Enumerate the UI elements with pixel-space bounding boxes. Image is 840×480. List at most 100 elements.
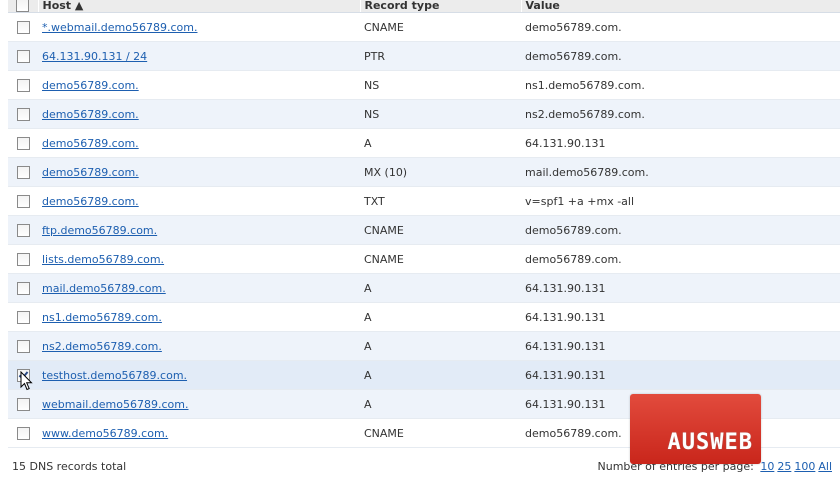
host-link[interactable]: ftp.demo56789.com. <box>42 224 157 237</box>
record-type-cell: MX (10) <box>360 157 521 187</box>
row-select-checkbox[interactable] <box>16 252 30 266</box>
row-select-cell <box>8 215 38 245</box>
value-cell: v=spf1 +a +mx -all <box>521 186 840 216</box>
record-type-cell: NS <box>360 99 521 129</box>
record-type-cell: A <box>360 128 521 158</box>
value-cell: 64.131.90.131 <box>521 302 840 332</box>
host-cell: demo56789.com. <box>38 157 360 187</box>
host-cell: mail.demo56789.com. <box>38 273 360 303</box>
record-type-cell: PTR <box>360 41 521 71</box>
column-header-value[interactable]: Value <box>520 0 840 13</box>
host-cell: *.webmail.demo56789.com. <box>38 12 360 42</box>
record-type-cell: A <box>360 331 521 361</box>
records-total: 15 DNS records total <box>12 460 127 473</box>
row-select-cell <box>8 186 38 216</box>
column-header-host[interactable]: Host ▲ <box>37 0 360 13</box>
host-link[interactable]: demo56789.com. <box>42 79 139 92</box>
table-row: demo56789.com. A 64.131.90.131 <box>8 128 840 158</box>
value-cell: mail.demo56789.com. <box>521 157 840 187</box>
table-row: ns1.demo56789.com. A 64.131.90.131 <box>8 302 840 332</box>
record-type-cell: CNAME <box>360 215 521 245</box>
host-link[interactable]: testhost.demo56789.com. <box>42 369 187 382</box>
host-cell: ftp.demo56789.com. <box>38 215 360 245</box>
record-type-cell: A <box>360 273 521 303</box>
table-row: lists.demo56789.com. CNAME demo56789.com. <box>8 244 840 274</box>
column-header-record-type[interactable]: Record type <box>359 0 521 13</box>
record-type-cell: CNAME <box>360 418 521 448</box>
row-select-checkbox[interactable] <box>16 20 30 34</box>
host-link[interactable]: demo56789.com. <box>42 137 139 150</box>
per-page-option-25[interactable]: 25 <box>777 460 791 473</box>
row-select-checkbox[interactable] <box>16 107 30 121</box>
row-select-checkbox[interactable] <box>16 223 30 237</box>
row-select-checkbox[interactable] <box>16 426 30 440</box>
value-cell: demo56789.com. <box>521 215 840 245</box>
host-link[interactable]: *.webmail.demo56789.com. <box>42 21 197 34</box>
value-cell: 64.131.90.131 <box>521 273 840 303</box>
per-page-option-all[interactable]: All <box>818 460 832 473</box>
host-cell: ns1.demo56789.com. <box>38 302 360 332</box>
record-type-cell: CNAME <box>360 12 521 42</box>
host-link[interactable]: www.demo56789.com. <box>42 427 168 440</box>
host-link[interactable]: ns1.demo56789.com. <box>42 311 162 324</box>
per-page-option-100[interactable]: 100 <box>794 460 815 473</box>
row-select-checkbox[interactable] <box>16 78 30 92</box>
row-select-cell <box>8 157 38 187</box>
per-page-option-10[interactable]: 10 <box>760 460 774 473</box>
record-type-cell: A <box>360 302 521 332</box>
row-select-checkbox[interactable] <box>16 339 30 353</box>
row-select-checkbox[interactable] <box>16 281 30 295</box>
record-type-cell: NS <box>360 70 521 100</box>
row-select-checkbox[interactable] <box>16 165 30 179</box>
table-row: ns2.demo56789.com. A 64.131.90.131 <box>8 331 840 361</box>
value-cell: 64.131.90.131 <box>521 360 840 390</box>
row-select-cell <box>8 128 38 158</box>
host-link[interactable]: mail.demo56789.com. <box>42 282 166 295</box>
row-select-cell <box>8 99 38 129</box>
host-cell: www.demo56789.com. <box>38 418 360 448</box>
host-link[interactable]: ns2.demo56789.com. <box>42 340 162 353</box>
row-select-cell <box>8 302 38 332</box>
table-row: demo56789.com. TXT v=spf1 +a +mx -all <box>8 186 840 216</box>
host-link[interactable]: demo56789.com. <box>42 108 139 121</box>
host-cell: ns2.demo56789.com. <box>38 331 360 361</box>
ausweb-logo: AUSWEB <box>630 394 761 464</box>
select-all-checkbox[interactable] <box>16 0 30 12</box>
row-select-checkbox[interactable] <box>16 49 30 63</box>
mouse-pointer-icon <box>20 370 34 394</box>
table-row: 64.131.90.131 / 24 PTR demo56789.com. <box>8 41 840 71</box>
host-cell: demo56789.com. <box>38 99 360 129</box>
row-select-checkbox[interactable] <box>16 397 30 411</box>
record-type-cell: TXT <box>360 186 521 216</box>
row-select-cell <box>8 70 38 100</box>
row-select-checkbox[interactable] <box>16 310 30 324</box>
host-cell: webmail.demo56789.com. <box>38 389 360 419</box>
record-type-cell: A <box>360 389 521 419</box>
host-link[interactable]: lists.demo56789.com. <box>42 253 164 266</box>
host-link[interactable]: demo56789.com. <box>42 195 139 208</box>
row-select-checkbox[interactable] <box>16 136 30 150</box>
record-type-cell: A <box>360 360 521 390</box>
table-header-row: Host ▲ Record type Value <box>8 0 840 13</box>
dns-records-table-container: Host ▲ Record type Value *.webmail.demo5… <box>8 0 840 448</box>
sort-arrow-icon: ▲ <box>74 0 84 12</box>
host-link[interactable]: demo56789.com. <box>42 166 139 179</box>
value-cell: demo56789.com. <box>521 12 840 42</box>
value-cell: demo56789.com. <box>521 244 840 274</box>
value-cell: ns2.demo56789.com. <box>521 99 840 129</box>
table-row: demo56789.com. NS ns1.demo56789.com. <box>8 70 840 100</box>
value-cell: demo56789.com. <box>521 41 840 71</box>
dns-records-table: Host ▲ Record type Value *.webmail.demo5… <box>8 0 840 448</box>
table-row: demo56789.com. MX (10) mail.demo56789.com. <box>8 157 840 187</box>
host-link[interactable]: 64.131.90.131 / 24 <box>42 50 147 63</box>
table-row: mail.demo56789.com. A 64.131.90.131 <box>8 273 840 303</box>
row-select-checkbox[interactable] <box>16 194 30 208</box>
row-select-cell <box>8 12 38 42</box>
row-select-cell <box>8 389 38 419</box>
value-cell: ns1.demo56789.com. <box>521 70 840 100</box>
table-row: demo56789.com. NS ns2.demo56789.com. <box>8 99 840 129</box>
host-cell: demo56789.com. <box>38 128 360 158</box>
table-row: *.webmail.demo56789.com. CNAME demo56789.c… <box>8 12 840 42</box>
host-link[interactable]: webmail.demo56789.com. <box>42 398 189 411</box>
record-type-cell: CNAME <box>360 244 521 274</box>
